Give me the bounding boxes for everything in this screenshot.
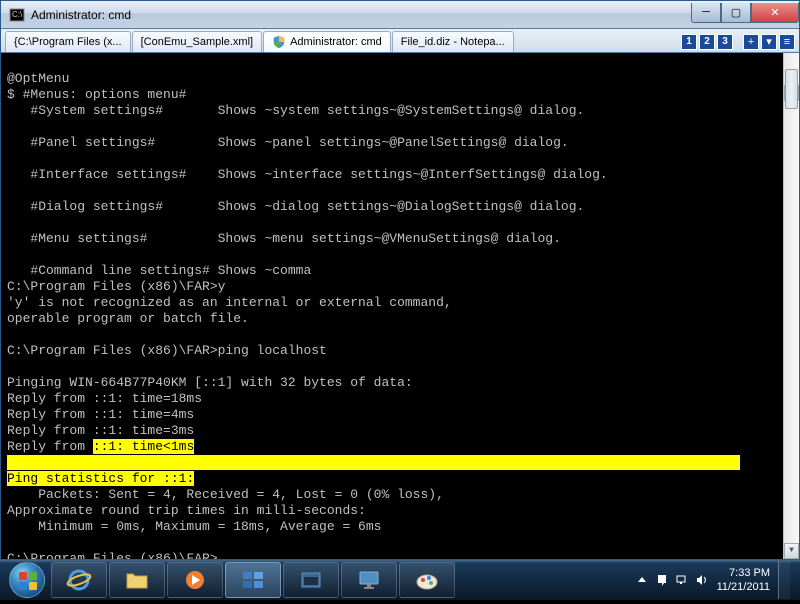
term-highlight: ::1: time<1ms (93, 439, 194, 454)
term-line: #Interface settings# Shows ~interface se… (7, 167, 793, 183)
term-line: Reply from ::1: time=4ms (7, 407, 793, 423)
term-highlight-blank (7, 455, 740, 470)
workspace-3-button[interactable]: 3 (717, 34, 733, 50)
ie-icon (65, 568, 93, 592)
tray-up-icon[interactable] (635, 573, 649, 587)
term-line: @OptMenu (7, 71, 793, 87)
term-line: #Command line settings# Shows ~comma (7, 263, 793, 279)
taskbar-explorer-button[interactable] (109, 562, 165, 598)
term-line (7, 151, 793, 167)
tab-bar: {C:\Program Files (x... [ConEmu_Sample.x… (1, 29, 799, 53)
term-line (7, 215, 793, 231)
taskbar-paint-button[interactable] (399, 562, 455, 598)
windows-orb-icon (9, 562, 45, 598)
taskbar-app5-button[interactable] (283, 562, 339, 598)
term-line: #Panel settings# Shows ~panel settings~@… (7, 135, 793, 151)
tabbar-tools: 1 2 3 + ▾ ≡ (681, 31, 795, 52)
media-player-icon (181, 568, 209, 592)
terminal-output[interactable]: @OptMenu$ #Menus: options menu# #System … (1, 53, 799, 559)
scrollbar[interactable]: ▲ ▼ (783, 53, 799, 559)
scroll-down-button[interactable]: ▼ (784, 543, 799, 559)
app-icon (297, 568, 325, 592)
conemu-icon (239, 568, 267, 592)
term-line: operable program or batch file. (7, 311, 793, 327)
maximize-button[interactable]: ▢ (721, 3, 751, 23)
term-text: Reply from (7, 439, 93, 454)
term-line: $ #Menus: options menu# (7, 87, 793, 103)
tab-0[interactable]: {C:\Program Files (x... (5, 31, 131, 52)
workspace-2-button[interactable]: 2 (699, 34, 715, 50)
taskbar-app6-button[interactable] (341, 562, 397, 598)
term-line: 'y' is not recognized as an internal or … (7, 295, 793, 311)
term-highlight: Ping statistics for ::1 (7, 471, 186, 486)
window-controls: ─ ▢ ✕ (691, 3, 799, 23)
list-button[interactable]: ≡ (779, 34, 795, 50)
workspace-1-button[interactable]: 1 (681, 34, 697, 50)
paint-icon (413, 568, 441, 592)
term-line: Reply from ::1: time=18ms (7, 391, 793, 407)
shield-icon (272, 35, 286, 49)
term-line (7, 359, 793, 375)
term-line: Reply from ::1: time=3ms (7, 423, 793, 439)
tab-1[interactable]: [ConEmu_Sample.xml] (132, 31, 263, 52)
folder-icon (123, 568, 151, 592)
taskbar-conemu-button[interactable] (225, 562, 281, 598)
tab-2[interactable]: Administrator: cmd (263, 31, 391, 52)
taskbar-ie-button[interactable] (51, 562, 107, 598)
show-desktop-button[interactable] (778, 561, 790, 599)
term-line (7, 183, 793, 199)
app-window: C:\ Administrator: cmd ─ ▢ ✕ {C:\Program… (0, 0, 800, 560)
display-icon (355, 568, 383, 592)
minimize-button[interactable]: ─ (691, 3, 721, 23)
titlebar[interactable]: C:\ Administrator: cmd ─ ▢ ✕ (1, 1, 799, 29)
add-tab-button[interactable]: + (743, 34, 759, 50)
term-line: C:\Program Files (x86)\FAR>ping localhos… (7, 343, 793, 359)
close-button[interactable]: ✕ (751, 3, 799, 23)
tab-3[interactable]: File_id.diz - Notepa... (392, 31, 514, 52)
tab-label: Administrator: cmd (290, 36, 382, 48)
term-line: Approximate round trip times in milli-se… (7, 503, 793, 519)
network-icon[interactable] (675, 573, 689, 587)
tray-icons (635, 573, 709, 587)
cmd-icon: C:\ (9, 7, 25, 23)
volume-icon[interactable] (695, 573, 709, 587)
menu-button[interactable]: ▾ (761, 34, 777, 50)
term-line: Packets: Sent = 4, Received = 4, Lost = … (7, 487, 793, 503)
taskbar: 7:33 PM 11/21/2011 (0, 560, 800, 600)
term-line: Pinging WIN-664B77P40KM [::1] with 32 by… (7, 375, 793, 391)
term-line: #Menu settings# Shows ~menu settings~@VM… (7, 231, 793, 247)
window-title: Administrator: cmd (31, 8, 691, 22)
term-line (7, 119, 793, 135)
scroll-thumb[interactable] (785, 69, 798, 109)
term-line: C:\Program Files (x86)\FAR>y (7, 279, 793, 295)
term-line: Minimum = 0ms, Maximum = 18ms, Average =… (7, 519, 793, 535)
svg-text:C:\: C:\ (12, 10, 23, 19)
tab-label: [ConEmu_Sample.xml] (141, 36, 254, 48)
term-line: #Dialog settings# Shows ~dialog settings… (7, 199, 793, 215)
term-line (7, 327, 793, 343)
term-line: C:\Program Files (x86)\FAR> (7, 551, 793, 559)
taskbar-wmp-button[interactable] (167, 562, 223, 598)
clock-time: 7:33 PM (717, 566, 770, 580)
start-button[interactable] (4, 561, 50, 599)
term-line (7, 535, 793, 551)
term-cursor: : (186, 471, 194, 486)
action-center-icon[interactable] (655, 573, 669, 587)
term-line: #System settings# Shows ~system settings… (7, 103, 793, 119)
tab-label: File_id.diz - Notepa... (401, 36, 505, 48)
tab-label: {C:\Program Files (x... (14, 36, 122, 48)
clock-date: 11/21/2011 (717, 580, 770, 594)
term-line (7, 247, 793, 263)
clock[interactable]: 7:33 PM 11/21/2011 (717, 566, 770, 594)
system-tray: 7:33 PM 11/21/2011 (635, 561, 796, 599)
